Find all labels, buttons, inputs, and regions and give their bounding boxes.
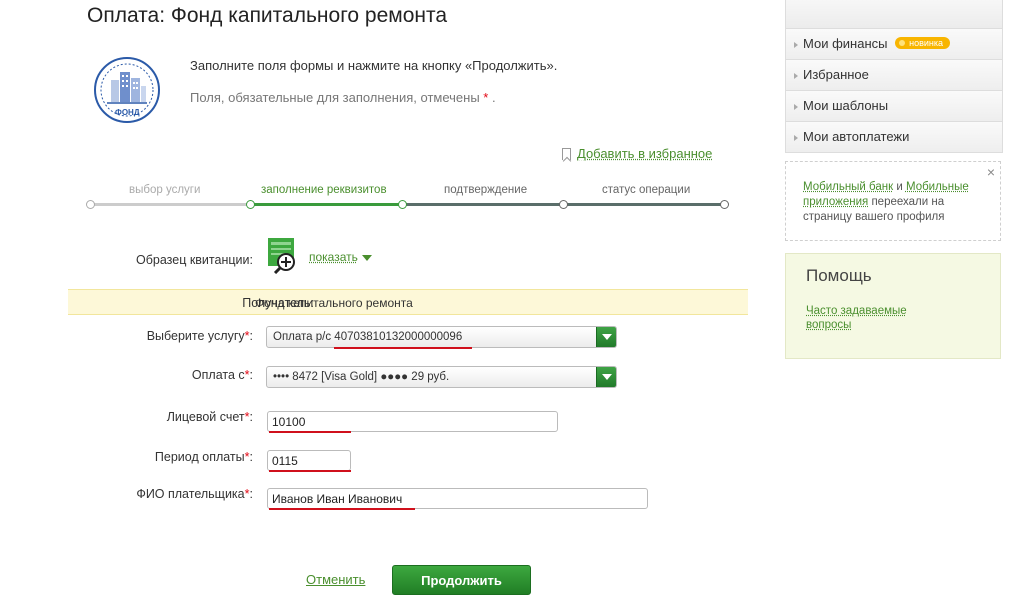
bookmark-icon (562, 147, 571, 160)
cancel-link[interactable]: Отменить (306, 572, 365, 587)
help-title: Помощь (806, 266, 872, 285)
page-title: Оплата: Фонд капитального ремонта (87, 4, 448, 27)
step-operation-status: статус операции (602, 184, 691, 196)
sidebar-item-favorites[interactable]: Избранное (785, 60, 1003, 91)
sidebar-menu: Мои финансы новинка Избранное Мои шаблон… (785, 0, 1003, 153)
service-select[interactable]: Оплата р/с 40703810132000000096 (266, 326, 617, 348)
receipt-sample-label: Образец квитанции: (136, 253, 253, 267)
sidebar-item-label: Мои шаблоны (803, 98, 889, 113)
highlight-underline (269, 470, 351, 472)
progress-steps: выбор услуги заполнение реквизитов подтв… (86, 182, 730, 212)
payfrom-label: Оплата с*: (191, 368, 253, 382)
step-confirmation: подтверждение (444, 184, 528, 196)
chevron-down-icon[interactable] (596, 327, 616, 347)
fund-logo: ФОНД (93, 56, 161, 128)
name-label: ФИО плательщика*: (136, 487, 253, 501)
service-value-account: 40703810132000000096 (334, 331, 463, 343)
payer-name-input[interactable]: Иванов Иван Иванович (267, 488, 648, 509)
chevron-down-icon[interactable] (362, 255, 372, 261)
payfrom-value: •••• 8472 [Visa Gold] ●●●● 29 руб. (273, 371, 450, 383)
add-favorite-link[interactable]: Добавить в избранное (562, 146, 712, 161)
recipient-row: Получатель: Фонд капитального ремонта (68, 289, 748, 315)
chevron-down-icon[interactable] (596, 367, 616, 387)
logo-text: ФОНД (115, 108, 140, 117)
close-icon[interactable]: × (987, 165, 995, 180)
highlight-underline (334, 347, 472, 349)
service-label: Выберите услугу*: (146, 329, 253, 343)
account-label: Лицевой счет*: (166, 410, 253, 424)
faq-link[interactable]: Часто задаваемые вопросы (806, 304, 926, 332)
receipt-show-link[interactable]: показать (309, 250, 358, 264)
sidebar-item-label: Мои автоплатежи (803, 129, 910, 144)
sidebar-item-my-finances[interactable]: Мои финансы новинка (785, 29, 1003, 60)
sidebar-item-label: Избранное (803, 67, 869, 82)
receipt-zoom-icon[interactable] (266, 236, 300, 275)
step-dot (86, 200, 95, 209)
mobile-notice: × Мобильный банк и Мобильные приложения … (785, 161, 1001, 241)
add-favorite-label: Добавить в избранное (577, 146, 713, 161)
step-dot (559, 200, 568, 209)
sidebar-top (785, 0, 1003, 29)
sidebar-item-autopayments[interactable]: Мои автоплатежи (785, 122, 1003, 153)
highlight-underline (269, 431, 351, 433)
account-input[interactable]: 10100 (267, 411, 558, 432)
step-dot (398, 200, 407, 209)
step-line-done (90, 203, 250, 206)
sidebar-item-templates[interactable]: Мои шаблоны (785, 91, 1003, 122)
step-line-active (250, 203, 402, 206)
continue-button[interactable]: Продолжить (392, 565, 531, 595)
step-dot (720, 200, 729, 209)
intro-required-note: Поля, обязательные для заполнения, отмеч… (190, 90, 496, 105)
highlight-underline (269, 508, 415, 510)
service-value-prefix: Оплата р/с (273, 331, 335, 343)
payfrom-select[interactable]: •••• 8472 [Visa Gold] ●●●● 29 руб. (266, 366, 617, 388)
step-select-service: выбор услуги (129, 184, 201, 196)
step-dot (246, 200, 255, 209)
recipient-value: Фонд капитального ремонта (255, 296, 413, 310)
intro-instruction: Заполните поля формы и нажмите на кнопку… (190, 58, 558, 73)
sidebar-item-label: Мои финансы (803, 36, 888, 51)
mobile-bank-link[interactable]: Мобильный банк (803, 181, 893, 193)
step-fill-details: заполнение реквизитов (261, 184, 387, 196)
required-mark: * (483, 90, 489, 105)
period-input[interactable]: 0115 (267, 450, 351, 471)
new-badge: новинка (895, 37, 950, 49)
period-label: Период оплаты*: (154, 450, 253, 464)
help-panel: Помощь Часто задаваемые вопросы (785, 253, 1001, 359)
